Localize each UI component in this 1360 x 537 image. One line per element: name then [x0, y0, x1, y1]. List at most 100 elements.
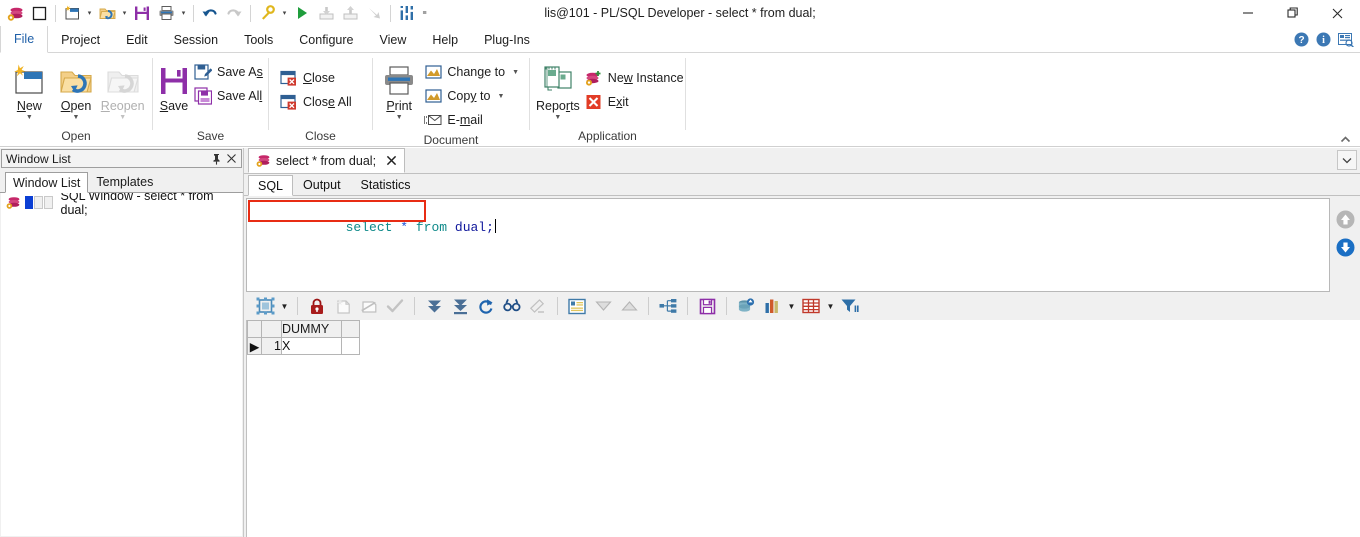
execute-icon[interactable]	[290, 2, 314, 24]
reports-button[interactable]: Reports ▼	[536, 57, 580, 122]
single-record-view-icon[interactable]	[564, 294, 590, 318]
new-dropdown-icon[interactable]: ▾	[84, 2, 95, 24]
change-to-dropdown-icon[interactable]: ▼	[512, 69, 519, 76]
grid-layout-icon[interactable]	[252, 294, 278, 318]
menu-item-configure[interactable]: Configure	[286, 26, 366, 53]
rollback-icon[interactable]	[338, 2, 362, 24]
copy-to-dropdown-icon[interactable]: ▼	[497, 93, 504, 100]
sql-editor[interactable]: select * from dual;	[246, 198, 1330, 292]
restore-button[interactable]	[1270, 0, 1315, 26]
menu-item-edit[interactable]: Edit	[113, 26, 161, 53]
commit-icon[interactable]	[314, 2, 338, 24]
fetch-last-page-icon[interactable]	[447, 294, 473, 318]
close-all-button[interactable]: Close All	[275, 90, 356, 114]
window-list-icon[interactable]	[1338, 32, 1354, 47]
query-data-icon[interactable]	[733, 294, 759, 318]
document-tab-list-button[interactable]	[1337, 150, 1357, 170]
info-icon[interactable]: i	[1316, 32, 1331, 47]
change-to-button[interactable]: Change to ▼	[419, 60, 523, 84]
print-button[interactable]: Print ▼	[379, 57, 419, 122]
reports-button-label: Reports	[536, 99, 580, 113]
insert-record-icon[interactable]	[330, 294, 356, 318]
save-button[interactable]: Save	[159, 57, 189, 113]
window-list-item[interactable]: SQL Window - select * from dual;	[1, 193, 242, 217]
delete-record-icon[interactable]	[356, 294, 382, 318]
app-logo-icon[interactable]	[3, 2, 27, 24]
export-save-icon[interactable]	[694, 294, 720, 318]
explain-plan-icon[interactable]	[255, 2, 279, 24]
open-dropdown-arrow-icon[interactable]: ▼	[73, 114, 80, 122]
menu-item-plugins[interactable]: Plug-Ins	[471, 26, 543, 53]
column-header-dummy[interactable]: DUMMY	[281, 320, 342, 338]
menu-item-view[interactable]: View	[366, 26, 419, 53]
open-dropdown-icon[interactable]: ▾	[119, 2, 130, 24]
save-small-buttons: Save As Save All	[189, 57, 267, 108]
tab-templates[interactable]: Templates	[88, 171, 161, 192]
redo-icon[interactable]	[222, 2, 246, 24]
menu-item-tools[interactable]: Tools	[231, 26, 286, 53]
refresh-icon[interactable]	[473, 294, 499, 318]
lock-icon[interactable]	[304, 294, 330, 318]
table-header-row: DUMMY	[247, 320, 360, 338]
preferences-icon[interactable]	[395, 2, 419, 24]
pin-icon[interactable]	[209, 153, 224, 165]
scroll-down-button[interactable]	[1336, 238, 1355, 257]
save-all-button[interactable]: Save All	[189, 84, 267, 108]
table-row[interactable]: ▶ 1 X	[247, 337, 360, 355]
toolbar-separator	[390, 4, 391, 22]
new-icon[interactable]	[60, 2, 84, 24]
help-icon[interactable]: ?	[1294, 32, 1309, 47]
menu-item-help[interactable]: Help	[419, 26, 471, 53]
undo-icon[interactable]	[198, 2, 222, 24]
expand-icon[interactable]	[616, 294, 642, 318]
chart-icon[interactable]	[759, 294, 785, 318]
open-icon[interactable]	[95, 2, 119, 24]
reopen-button[interactable]: Reopen ▼	[99, 57, 146, 122]
menu-item-project[interactable]: Project	[48, 26, 113, 53]
ribbon-collapse-button[interactable]	[1339, 135, 1352, 144]
tab-sql[interactable]: SQL	[248, 175, 294, 196]
scroll-up-button[interactable]	[1336, 210, 1355, 229]
document-tab-close-icon[interactable]	[384, 155, 399, 166]
tab-output[interactable]: Output	[293, 174, 351, 195]
new-button[interactable]: New ▼	[6, 57, 53, 122]
explain-plan-dropdown-icon[interactable]: ▾	[279, 2, 290, 24]
filter-icon[interactable]	[837, 294, 863, 318]
open-button[interactable]: Open ▼	[53, 57, 100, 122]
new-dropdown-arrow-icon[interactable]: ▼	[26, 114, 33, 122]
minimize-button[interactable]	[1225, 0, 1270, 26]
table-view-icon[interactable]	[798, 294, 824, 318]
menu-item-file[interactable]: File	[0, 26, 49, 53]
close-document-button[interactable]: Close	[275, 66, 356, 90]
chart-dropdown-icon[interactable]: ▼	[785, 294, 798, 318]
menu-item-session[interactable]: Session	[161, 26, 231, 53]
new-instance-button[interactable]: New Instance	[580, 66, 688, 90]
find-icon[interactable]	[499, 294, 525, 318]
post-changes-icon[interactable]	[382, 294, 408, 318]
window-icon[interactable]	[27, 2, 51, 24]
close-panel-icon[interactable]	[224, 153, 239, 164]
email-button[interactable]: E-mail	[419, 108, 523, 132]
print-icon[interactable]	[154, 2, 178, 24]
print-dropdown-arrow-icon[interactable]: ▼	[396, 114, 403, 122]
collapse-icon[interactable]	[590, 294, 616, 318]
exit-button[interactable]: Exit	[580, 90, 688, 114]
reports-dropdown-arrow-icon[interactable]: ▼	[554, 114, 561, 122]
dependency-icon[interactable]	[655, 294, 681, 318]
print-dropdown-icon[interactable]: ▾	[178, 2, 189, 24]
document-tab[interactable]: select * from dual;	[248, 148, 406, 173]
fetch-next-page-icon[interactable]	[421, 294, 447, 318]
tab-statistics[interactable]: Statistics	[351, 174, 421, 195]
clear-icon[interactable]	[525, 294, 551, 318]
close-button[interactable]	[1315, 0, 1360, 26]
save-icon[interactable]	[130, 2, 154, 24]
copy-to-button[interactable]: Copy to ▼	[419, 84, 523, 108]
customize-qat-icon[interactable]: ≡	[419, 2, 430, 24]
grid-layout-dropdown-icon[interactable]: ▼	[278, 294, 291, 318]
cell-dummy[interactable]: X	[281, 337, 342, 355]
save-as-button[interactable]: Save As	[189, 60, 267, 84]
tab-window-list[interactable]: Window List	[5, 172, 89, 193]
table-view-dropdown-icon[interactable]: ▼	[824, 294, 837, 318]
break-icon[interactable]	[362, 2, 386, 24]
result-grid[interactable]: DUMMY ▶ 1 X	[246, 320, 1360, 537]
